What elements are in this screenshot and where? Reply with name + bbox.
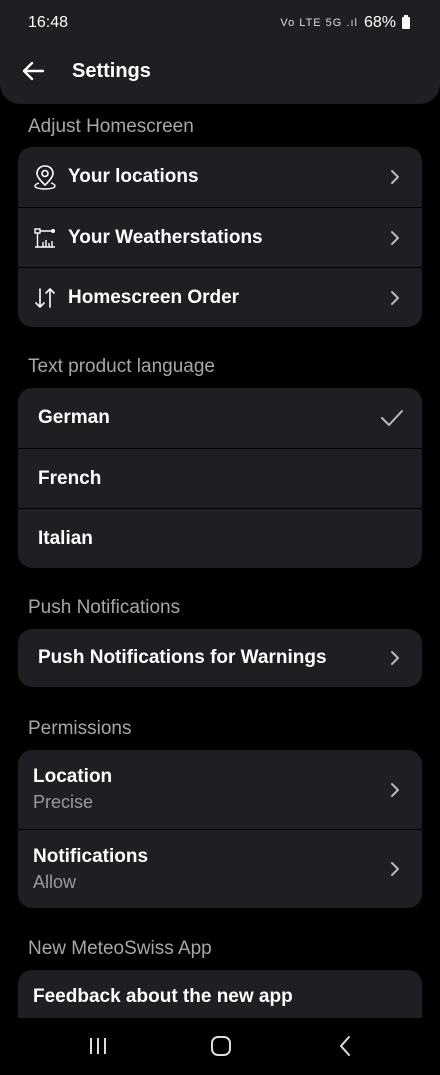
- row-label: Italian: [38, 527, 93, 549]
- row-label: German: [38, 407, 110, 428]
- row-label: Feedback about the new app: [33, 986, 293, 1007]
- feedback-row[interactable]: Feedback about the new app: [18, 970, 422, 1018]
- section-title-language: Text product language: [28, 356, 215, 377]
- homescreen-order-row[interactable]: Homescreen Order: [18, 267, 422, 327]
- home-icon: [211, 1036, 231, 1056]
- system-nav-bar: [0, 1018, 440, 1075]
- sort-arrows-icon: [32, 285, 58, 311]
- recent-apps-button[interactable]: [83, 1034, 113, 1058]
- system-back-button[interactable]: [330, 1034, 360, 1058]
- homescreen-card: Your locations Your Weatherstations Home…: [18, 147, 422, 327]
- app-bar: 16:48 Vo LTE 5G .ıl 68% Settings: [0, 0, 440, 104]
- language-card: German French Italian: [18, 388, 422, 568]
- section-title-permissions: Permissions: [28, 718, 132, 739]
- status-indicators: Vo LTE 5G .ıl 68%: [280, 14, 410, 32]
- your-weatherstations-row[interactable]: Your Weatherstations: [18, 207, 422, 267]
- chevron-right-icon: [391, 651, 399, 665]
- battery-percent: 68%: [363, 14, 396, 31]
- section-title-newapp: New MeteoSwiss App: [28, 938, 212, 959]
- row-label: Push Notifications for Warnings: [38, 647, 327, 668]
- push-warnings-row[interactable]: Push Notifications for Warnings: [18, 629, 422, 687]
- row-label: Notifications: [33, 845, 149, 867]
- recent-apps-icon: [90, 1038, 106, 1054]
- row-label: French: [38, 467, 102, 489]
- row-label: Homescreen Order: [68, 286, 240, 308]
- permission-notifications-row[interactable]: Notifications Allow: [18, 829, 422, 908]
- chevron-right-icon: [391, 170, 399, 184]
- weatherstation-icon: [32, 225, 58, 251]
- signal-icons: Vo LTE 5G .ıl: [280, 17, 358, 29]
- chevron-right-icon: [391, 782, 399, 797]
- row-label: Your locations: [68, 166, 199, 187]
- location-pin-icon: [32, 164, 58, 190]
- status-time: 16:48: [28, 14, 69, 31]
- language-option-german[interactable]: German: [18, 388, 422, 448]
- permissions-card: Location Precise Notifications Allow: [18, 750, 422, 908]
- row-label: Location: [33, 766, 113, 787]
- arrow-left-icon: [22, 61, 44, 81]
- row-value: Allow: [33, 871, 77, 892]
- status-bar: 16:48 Vo LTE 5G .ıl 68%: [0, 0, 440, 46]
- battery-icon: [402, 15, 410, 29]
- checkmark-icon: [381, 410, 403, 426]
- back-button[interactable]: [18, 56, 48, 86]
- section-title-push: Push Notifications: [28, 597, 181, 618]
- permission-location-row[interactable]: Location Precise: [18, 750, 422, 829]
- newapp-card: Feedback about the new app: [18, 970, 422, 1018]
- chevron-left-icon: [340, 1036, 350, 1056]
- row-value: Precise: [33, 792, 94, 812]
- chevron-right-icon: [391, 862, 399, 876]
- language-option-italian[interactable]: Italian: [18, 508, 422, 568]
- settings-list[interactable]: Adjust Homescreen Your locations Your We…: [0, 104, 440, 1018]
- your-locations-row[interactable]: Your locations: [18, 147, 422, 207]
- row-label: Your Weatherstations: [68, 226, 263, 248]
- chevron-right-icon: [391, 230, 399, 245]
- page-title: Settings: [72, 60, 151, 82]
- section-title-homescreen: Adjust Homescreen: [28, 116, 194, 137]
- push-card: Push Notifications for Warnings: [18, 629, 422, 687]
- language-option-french[interactable]: French: [18, 448, 422, 508]
- home-button[interactable]: [206, 1034, 236, 1058]
- chevron-right-icon: [391, 290, 399, 305]
